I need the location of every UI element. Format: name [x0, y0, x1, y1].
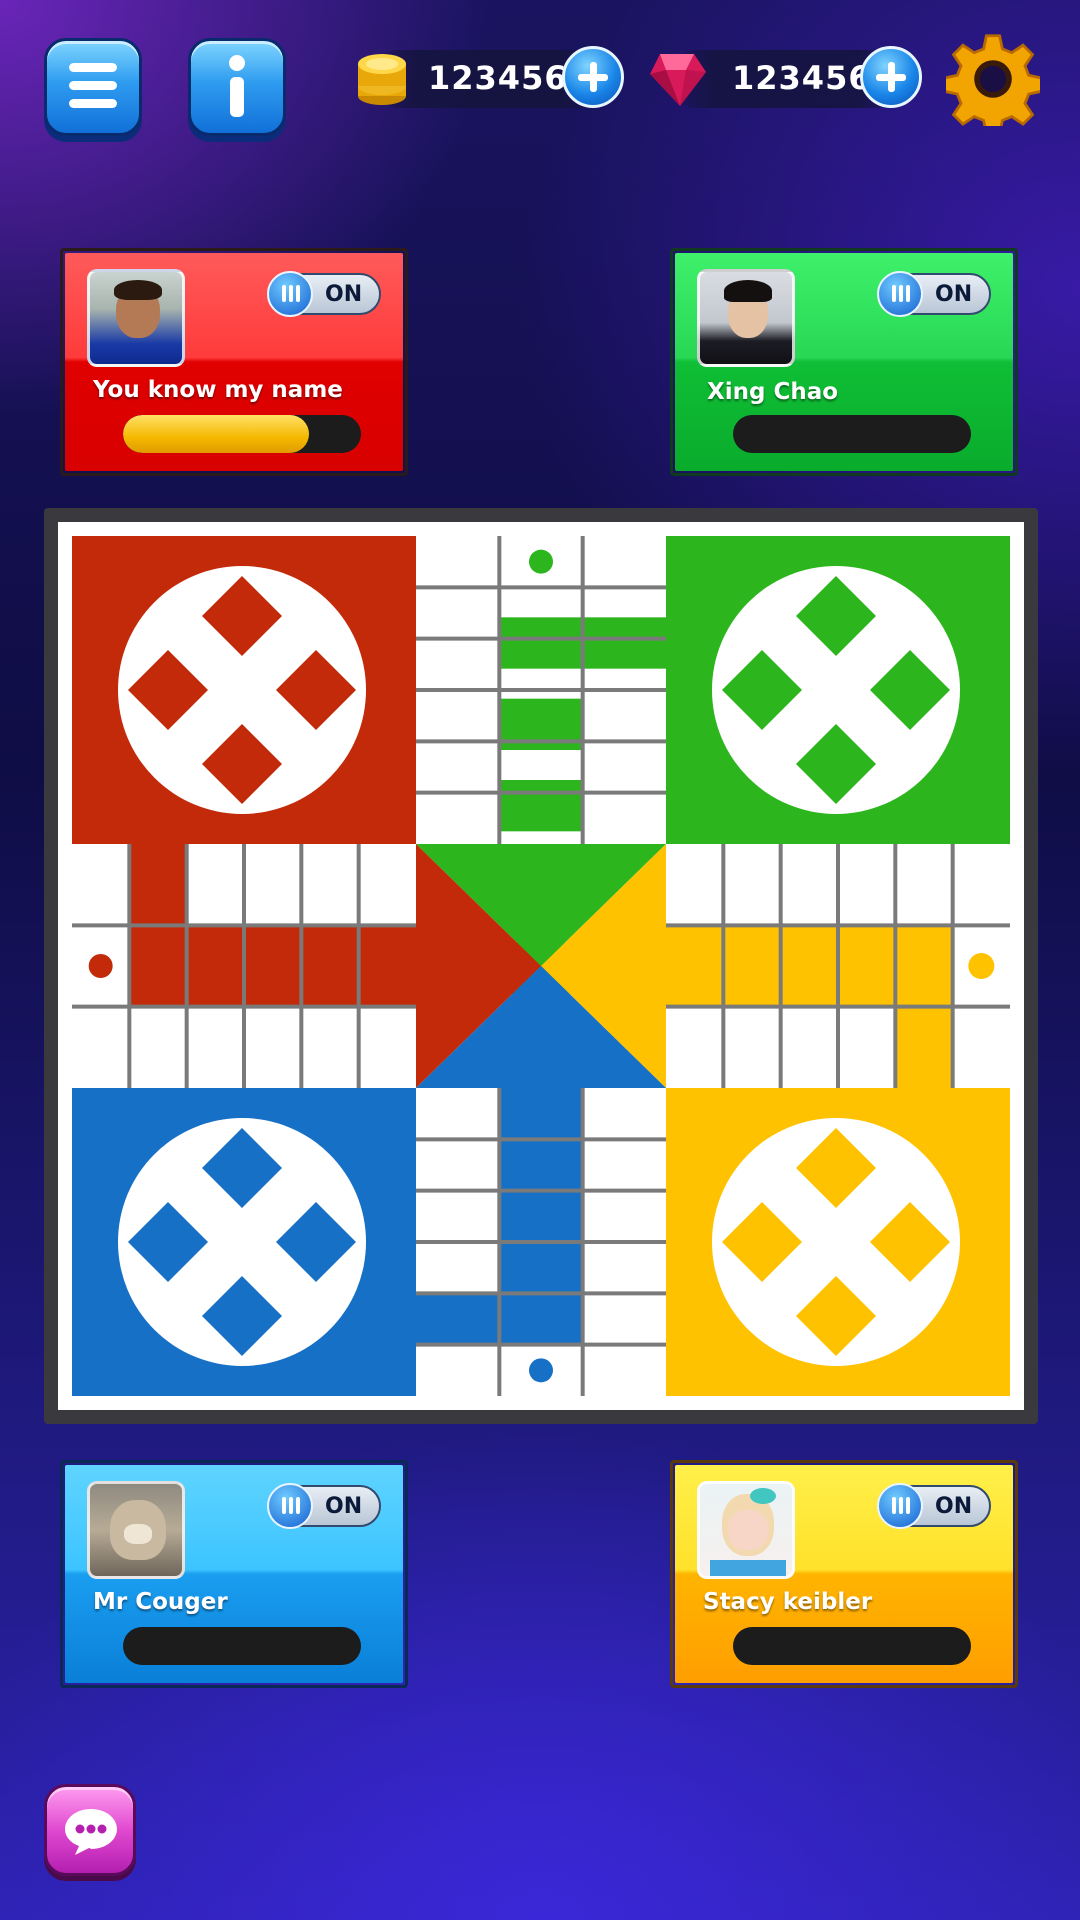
turn-timer-fill	[123, 415, 309, 453]
toggle-knob-icon	[877, 1483, 923, 1529]
track-cell-yellow	[780, 925, 838, 1007]
player-card-blue: ON Mr Couger	[60, 1460, 408, 1688]
start-dot-red	[88, 954, 113, 978]
avatar	[697, 269, 795, 367]
ludo-board[interactable]	[72, 536, 1010, 1396]
turn-timer-bar	[123, 415, 361, 453]
menu-button[interactable]	[44, 38, 142, 136]
track-cell-blue	[416, 1293, 500, 1345]
player-name: Xing Chao	[707, 379, 839, 405]
turn-timer-bar	[733, 1627, 971, 1665]
track-cell-yellow	[895, 1006, 953, 1088]
toggle-knob-icon	[877, 271, 923, 317]
track-cell-red	[244, 925, 302, 1007]
add-gems-button[interactable]	[860, 46, 922, 108]
track-cell-red	[129, 925, 187, 1007]
toggle-knob-icon	[267, 271, 313, 317]
chat-bubble-icon	[65, 1809, 117, 1855]
auto-toggle[interactable]: ON	[877, 1483, 991, 1529]
track-cell-green	[582, 617, 666, 669]
player-name: Mr Couger	[93, 1589, 228, 1615]
player-name: Stacy keibler	[703, 1589, 873, 1615]
player-name: You know my name	[93, 377, 343, 403]
track-cell-yellow	[666, 925, 724, 1007]
gems-value: 123456	[732, 59, 872, 97]
turn-timer-bar	[733, 415, 971, 453]
track-cell-blue	[499, 1139, 583, 1191]
track-cell-green	[499, 780, 583, 832]
ruby-gem-icon	[650, 54, 706, 106]
track-cell-red	[129, 844, 187, 926]
gold-coins-icon	[358, 54, 406, 105]
track-cell-red	[186, 925, 244, 1007]
player-card-red: ON You know my name	[60, 248, 408, 476]
chat-button[interactable]	[44, 1784, 136, 1876]
coins-value: 123456	[428, 59, 568, 97]
start-dot-blue	[529, 1358, 553, 1383]
start-dot-yellow	[968, 953, 995, 979]
track-cell-blue	[499, 1242, 583, 1294]
auto-toggle[interactable]: ON	[267, 271, 381, 317]
player-card-yellow: ON Stacy keibler	[670, 1460, 1018, 1688]
turn-timer-bar	[123, 1627, 361, 1665]
track-cell-green	[499, 617, 583, 669]
track-cell-red	[301, 925, 359, 1007]
track-cell-yellow	[838, 925, 896, 1007]
info-button[interactable]	[188, 38, 286, 136]
track-cell-blue	[499, 1088, 583, 1140]
track-cell-yellow	[895, 925, 953, 1007]
gear-icon[interactable]	[946, 32, 1040, 126]
avatar	[87, 269, 185, 367]
track-cell-blue	[499, 1190, 583, 1242]
toggle-knob-icon	[267, 1483, 313, 1529]
auto-toggle[interactable]: ON	[877, 271, 991, 317]
start-dot-green	[529, 549, 553, 574]
auto-toggle[interactable]: ON	[267, 1483, 381, 1529]
track-cell-red	[358, 925, 416, 1007]
player-card-green: ON Xing Chao	[670, 248, 1018, 476]
track-cell-blue	[499, 1293, 583, 1345]
track-cell-yellow	[723, 925, 781, 1007]
avatar	[87, 1481, 185, 1579]
add-coins-button[interactable]	[562, 46, 624, 108]
avatar	[697, 1481, 795, 1579]
